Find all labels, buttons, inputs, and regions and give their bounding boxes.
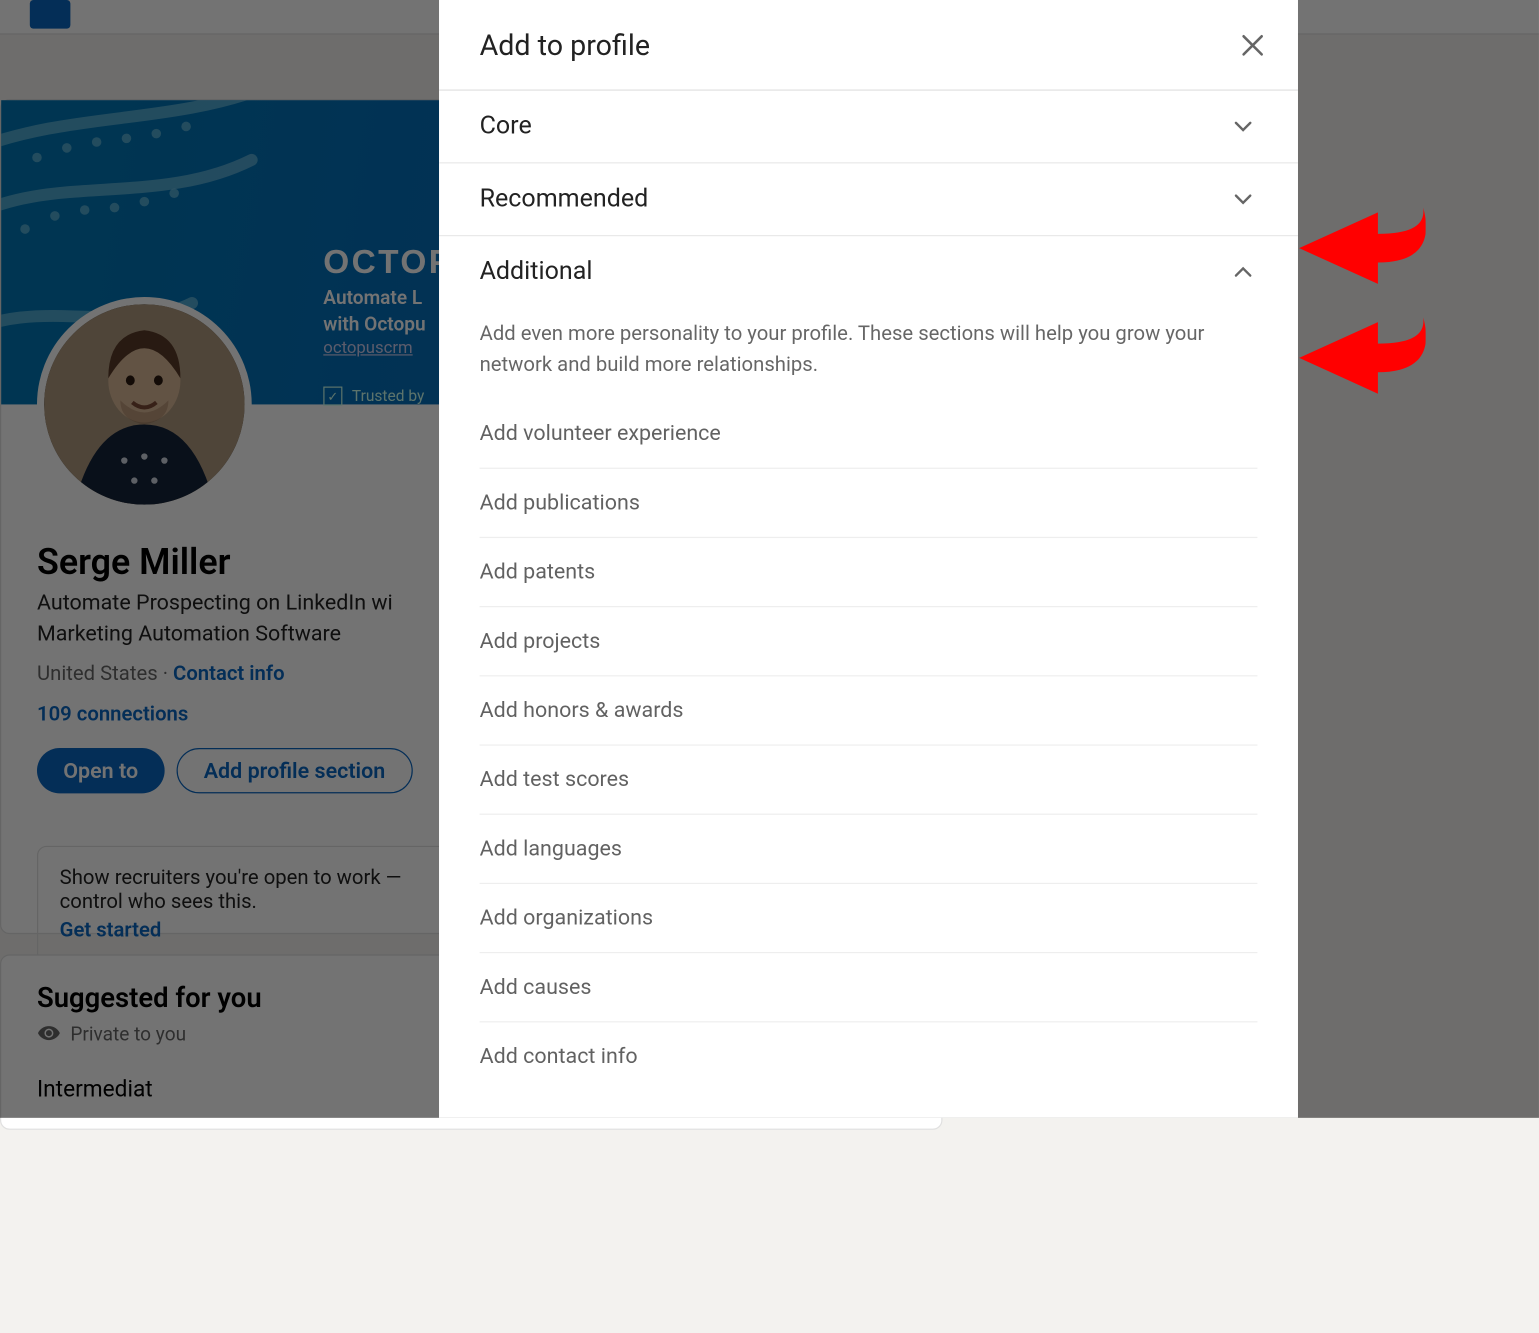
close-button[interactable] <box>1229 21 1277 69</box>
close-icon <box>1237 29 1268 60</box>
additional-item-3[interactable]: Add projects <box>480 607 1258 676</box>
add-to-profile-modal: Add to profile Core Recommended Addition… <box>439 0 1298 1118</box>
additional-item-8[interactable]: Add causes <box>480 953 1258 1022</box>
additional-item-0[interactable]: Add volunteer experience <box>480 400 1258 469</box>
chevron-down-icon <box>1229 112 1258 141</box>
additional-description: Add even more personality to your profil… <box>439 308 1298 400</box>
additional-item-6[interactable]: Add languages <box>480 815 1258 884</box>
chevron-down-icon <box>1229 185 1258 214</box>
section-additional-label: Additional <box>480 258 593 287</box>
chevron-up-icon <box>1229 258 1258 287</box>
additional-item-1[interactable]: Add publications <box>480 469 1258 538</box>
additional-item-4[interactable]: Add honors & awards <box>480 676 1258 745</box>
section-recommended[interactable]: Recommended <box>439 163 1298 236</box>
section-recommended-label: Recommended <box>480 185 649 214</box>
additional-item-7[interactable]: Add organizations <box>480 884 1258 953</box>
section-core[interactable]: Core <box>439 91 1298 164</box>
annotation-arrow-2 <box>1294 310 1425 410</box>
additional-item-9[interactable]: Add contact info <box>480 1022 1258 1090</box>
section-core-label: Core <box>480 112 532 141</box>
additional-items-list: Add volunteer experienceAdd publications… <box>439 400 1298 1091</box>
additional-item-2[interactable]: Add patents <box>480 538 1258 607</box>
annotation-arrow-1 <box>1294 200 1425 300</box>
additional-item-5[interactable]: Add test scores <box>480 746 1258 815</box>
section-additional[interactable]: Additional <box>439 236 1298 308</box>
modal-header: Add to profile <box>439 0 1298 91</box>
modal-title: Add to profile <box>480 28 650 61</box>
